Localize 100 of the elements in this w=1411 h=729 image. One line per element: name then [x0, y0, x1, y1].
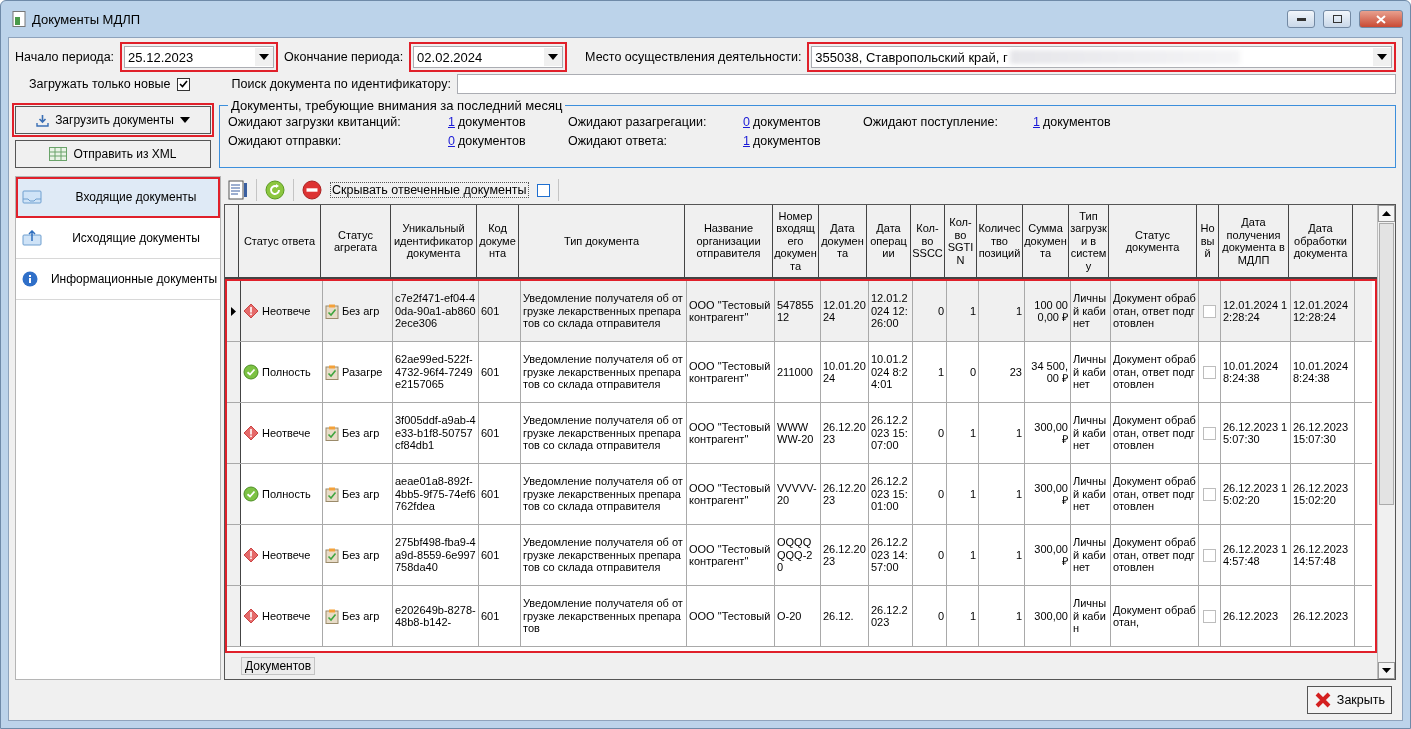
cell-text: Полность — [262, 487, 311, 501]
table-cell: Личный кабинет — [1071, 281, 1111, 341]
row-header[interactable] — [227, 586, 241, 646]
table-row[interactable] — [227, 525, 1372, 586]
footer-tab[interactable]: Документов — [241, 657, 316, 675]
table-row[interactable] — [227, 464, 1372, 525]
stop-button[interactable] — [302, 180, 322, 200]
column-header[interactable]: Статус ответа — [239, 205, 321, 277]
table-cell: 26.12.2023 14:57:48 — [1221, 525, 1291, 585]
table-cell: 26.12.2023 15:02:20 — [1291, 464, 1355, 524]
table-cell: WWWWW-20 — [775, 403, 821, 463]
row-header[interactable] — [227, 525, 241, 585]
row-header[interactable] — [227, 342, 241, 402]
minimize-button[interactable] — [1287, 10, 1315, 28]
columns-button[interactable] — [228, 180, 248, 200]
no-entry-icon — [302, 180, 322, 200]
table-cell: ООО "Тестовый контрагент" — [687, 342, 775, 402]
column-header[interactable]: Тип загрузки в систему — [1069, 205, 1109, 277]
checkbox[interactable] — [1203, 548, 1216, 562]
cell-text: Неотвече — [262, 548, 311, 562]
column-header[interactable]: Новый — [1197, 205, 1219, 277]
checkbox[interactable] — [1203, 487, 1216, 501]
table-cell: 0 — [913, 464, 947, 524]
checkbox[interactable] — [536, 183, 550, 197]
column-header[interactable]: Кол-во SSCC — [911, 205, 945, 277]
count-link[interactable]: 0 — [743, 115, 750, 129]
column-header[interactable]: Количество позиций — [977, 205, 1023, 277]
warning-icon — [243, 608, 259, 624]
close-icon — [1376, 14, 1386, 24]
sidebar-item[interactable]: Входящие документы — [16, 177, 220, 218]
table-row[interactable] — [227, 586, 1372, 647]
cell-text: Полность — [262, 365, 311, 379]
checkbox[interactable] — [1203, 304, 1216, 318]
column-header[interactable]: Номер входящего документа — [773, 205, 819, 277]
scroll-up-button[interactable] — [1378, 205, 1395, 222]
table-cell: 1 — [979, 464, 1025, 524]
current-row-icon — [231, 306, 236, 316]
checkbox-label: Загружать только новые — [29, 77, 171, 91]
table-cell: 0 — [913, 403, 947, 463]
counter-label: Ожидают ответа: — [568, 134, 669, 148]
scroll-down-button[interactable] — [1378, 662, 1395, 679]
table-row[interactable] — [227, 403, 1372, 464]
maximize-button[interactable] — [1323, 10, 1351, 28]
column-header[interactable]: Уникальный идентификатор документа — [391, 205, 477, 277]
table-cell: 1 — [947, 403, 979, 463]
table-cell: ООО "Тестовый контрагент" — [687, 525, 775, 585]
scrollbar-thumb[interactable] — [1379, 223, 1394, 505]
info-icon — [22, 271, 38, 287]
download-dropdown-button[interactable]: Загрузить документы — [15, 106, 211, 134]
table-cell: 1 — [947, 586, 979, 646]
down-arrow-icon — [1382, 668, 1391, 673]
table-cell: Документ обработан, ответ подготовлен — [1111, 281, 1199, 341]
count-link[interactable]: 0 — [448, 134, 455, 148]
window-title: Документы МДЛП — [32, 11, 142, 27]
warning-icon — [243, 547, 259, 563]
counter-label: Ожидают разагрегации: — [568, 115, 708, 129]
send-xml-button[interactable]: Отправить из XML — [15, 140, 211, 168]
checkbox[interactable] — [1203, 365, 1216, 379]
count-link[interactable]: 1 — [743, 134, 750, 148]
table-row[interactable] — [227, 342, 1372, 403]
table-cell: 1 — [947, 281, 979, 341]
close-button[interactable]: Закрыть — [1306, 686, 1392, 714]
row-header[interactable] — [227, 464, 241, 524]
dropdown-arrow-icon — [179, 117, 190, 123]
column-header[interactable]: Тип документа — [519, 205, 685, 277]
table-cell: 0 — [913, 586, 947, 646]
table-cell: Документ обработан, — [1111, 586, 1199, 646]
document-list-icon — [228, 180, 248, 200]
column-header[interactable]: Дата операции — [867, 205, 911, 277]
checkbox[interactable] — [1203, 426, 1216, 440]
checkbox[interactable] — [1203, 609, 1216, 623]
count-link[interactable]: 1 — [448, 115, 455, 129]
column-header[interactable]: Статус документа — [1109, 205, 1197, 277]
column-header[interactable]: Дата обработки документа — [1289, 205, 1353, 277]
table-cell: 26.12.2023 14:57:48 — [1291, 525, 1355, 585]
table-cell: 10.01.2024 — [821, 342, 869, 402]
table-cell: 26.12.2023 15:01:00 — [869, 464, 913, 524]
refresh-button[interactable] — [265, 180, 285, 200]
count-link[interactable]: 1 — [1033, 115, 1040, 129]
column-header[interactable]: Статус агрегата — [321, 205, 391, 277]
cell-text: Без агр — [342, 609, 380, 623]
minimize-icon — [1296, 17, 1306, 21]
close-window-button[interactable] — [1359, 10, 1403, 28]
dropdown-arrow-icon — [259, 54, 270, 60]
column-header[interactable]: Кол-во SGTIN — [945, 205, 977, 277]
table-cell: ООО "Тестовый — [687, 586, 775, 646]
table-row[interactable] — [227, 281, 1372, 342]
column-header[interactable]: Название организации отправителя — [685, 205, 773, 277]
column-header[interactable]: Дата получения документа в МДЛП — [1219, 205, 1289, 277]
table-cell: c7e2f471-ef04-40da-90a1-ab8602ece306 — [393, 281, 479, 341]
table-cell: 300,00 — [1025, 586, 1071, 646]
row-header[interactable] — [227, 403, 241, 463]
table-cell: 300,00 ₽ — [1025, 464, 1071, 524]
column-header[interactable]: Дата документа — [819, 205, 867, 277]
cell-text: Без агр — [342, 548, 380, 562]
counter-unit: документов — [752, 134, 821, 148]
search-field[interactable] — [456, 74, 1396, 94]
column-header[interactable]: Код документа — [477, 205, 519, 277]
column-header[interactable]: Сумма документа — [1023, 205, 1069, 277]
table-cell: 0 — [913, 525, 947, 585]
